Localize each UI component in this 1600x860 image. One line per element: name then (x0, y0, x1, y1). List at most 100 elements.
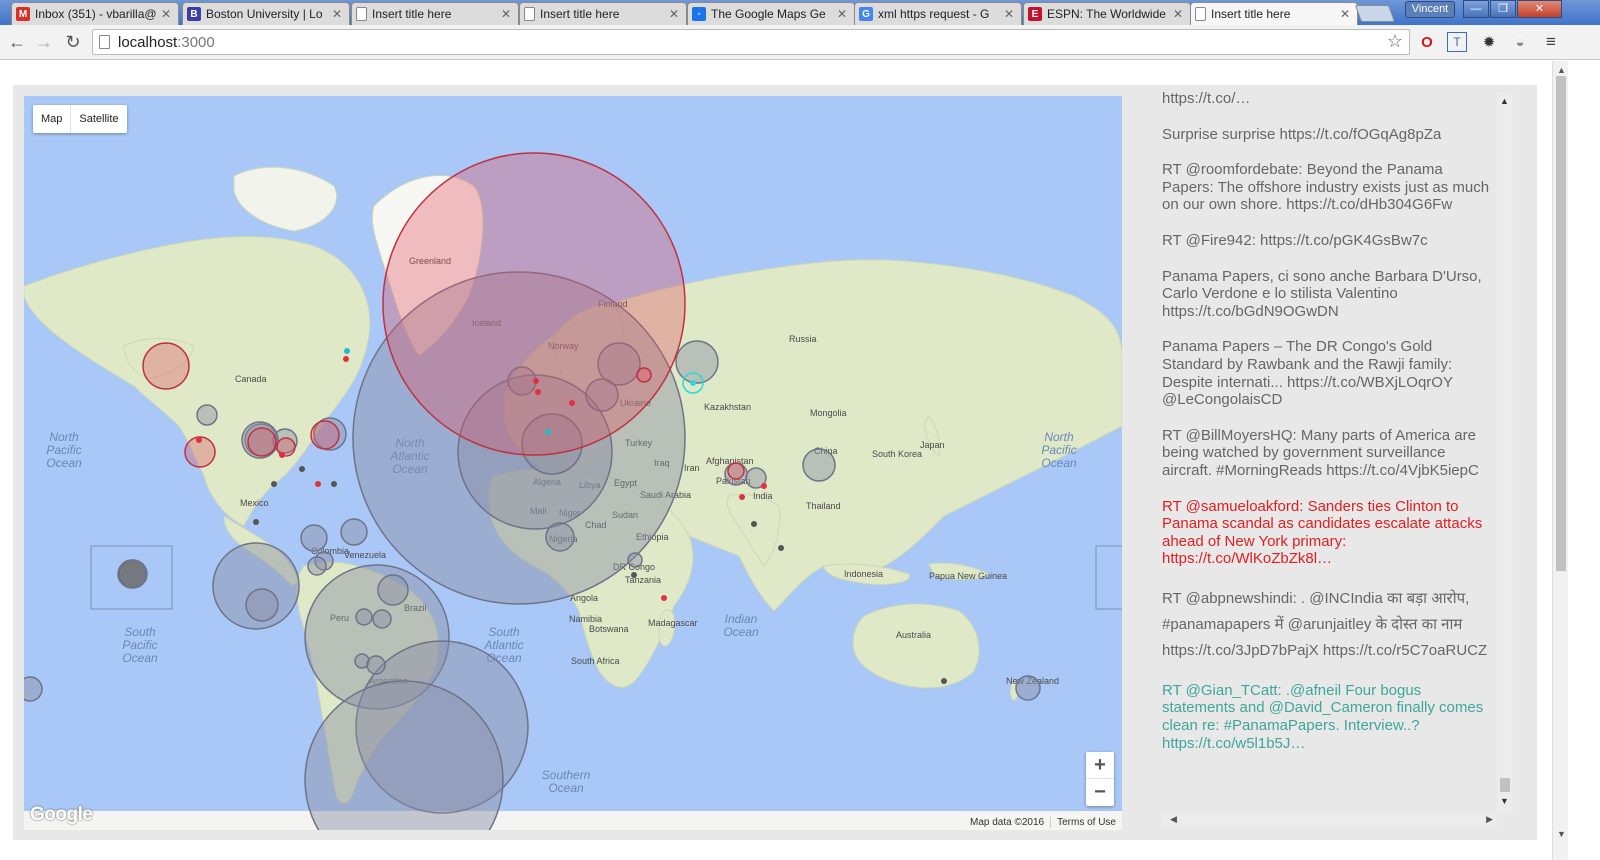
feed-horizontal-scrollbar[interactable]: ◀ ▶ (1162, 812, 1497, 828)
tweet-density-circle-red[interactable] (382, 152, 686, 456)
scroll-up-arrow-icon[interactable]: ▲ (1500, 96, 1509, 106)
page-scroll-down-icon[interactable]: ▼ (1557, 829, 1566, 839)
menu-icon[interactable]: ≡ (1541, 32, 1561, 52)
tab-close-icon[interactable]: ✕ (835, 7, 849, 21)
tweet-item[interactable]: RT @samueloakford: Sanders ties Clinton … (1162, 498, 1492, 568)
tweet-density-circle[interactable] (802, 448, 836, 482)
tweet-density-circle[interactable] (307, 556, 327, 576)
browser-tab[interactable]: B Boston University | Lo ✕ (182, 2, 350, 25)
tweet-item[interactable]: Panama Papers, ci sono anche Barbara D'U… (1162, 268, 1492, 321)
tweet-location-dot[interactable] (545, 429, 551, 435)
tweet-density-circle-red[interactable] (310, 420, 340, 450)
extension-puzzle-icon[interactable]: ✹ (1479, 32, 1499, 52)
browser-tab[interactable]: Gxml https request - G ✕ (854, 2, 1022, 25)
address-bar[interactable]: localhost:3000 ☆ (92, 29, 1410, 55)
tab-close-icon[interactable]: ✕ (1002, 7, 1016, 21)
tweet-density-circle[interactable] (355, 608, 373, 626)
tweet-density-circle[interactable] (545, 522, 575, 552)
tweet-location-dot[interactable] (739, 494, 745, 500)
page-scrollbar[interactable]: ▲ ▼ (1552, 61, 1568, 860)
tweet-location-dot[interactable] (331, 481, 337, 487)
tab-close-icon[interactable]: ✕ (1171, 7, 1185, 21)
tweet-location-dot[interactable] (299, 466, 305, 472)
tab-close-icon[interactable]: ✕ (667, 7, 681, 21)
tweet-item[interactable]: RT @Gian_TCatt: .@afneil Four bogus stat… (1162, 682, 1492, 752)
tweet-location-dot[interactable] (279, 452, 285, 458)
feed-vertical-scrollbar[interactable]: ▲ ▼ (1497, 92, 1513, 814)
tweet-density-circle-red[interactable] (142, 342, 190, 390)
terms-of-use-link[interactable]: Terms of Use (1050, 816, 1122, 828)
translate-icon[interactable]: T (1447, 32, 1467, 52)
scrollbar-thumb[interactable] (1500, 778, 1510, 792)
restore-icon[interactable]: ❐ (1490, 0, 1516, 18)
tab-close-icon[interactable]: ✕ (159, 7, 173, 21)
tweet-density-circle[interactable] (1015, 675, 1041, 701)
tweet-location-dot[interactable] (751, 521, 757, 527)
tweet-location-dot[interactable] (941, 678, 947, 684)
new-tab-button[interactable] (1354, 5, 1396, 22)
map-type-map-button[interactable]: Map (33, 105, 70, 133)
page-scrollbar-thumb[interactable] (1556, 76, 1566, 571)
tweet-density-circle[interactable] (300, 524, 328, 552)
zoom-in-button[interactable]: + (1086, 752, 1114, 779)
map-canvas[interactable]: Greenland Canada Finland Iceland Norway Russi… (24, 96, 1122, 830)
tab-close-icon[interactable]: ✕ (330, 7, 344, 21)
tweet-density-circle[interactable] (196, 404, 218, 426)
extension-shield-icon[interactable]: ◒ (1510, 32, 1530, 52)
tweet-location-dot[interactable] (533, 378, 539, 384)
tab-close-icon[interactable]: ✕ (499, 7, 513, 21)
browser-tab[interactable]: E ESPN: The Worldwide ✕ (1023, 2, 1191, 25)
tweet-item[interactable]: RT @abpnewshindi: . @INCIndia का बड़ा आर… (1162, 586, 1492, 664)
browser-tab[interactable]: Insert title here ✕ (1190, 2, 1358, 25)
tweet-item[interactable]: Panama Papers – The DR Congo's Gold Stan… (1162, 338, 1492, 408)
profile-button[interactable]: Vincent (1405, 1, 1455, 18)
map-type-satellite-button[interactable]: Satellite (70, 105, 126, 133)
zoom-out-button[interactable]: − (1086, 779, 1114, 806)
tweet-density-circle[interactable] (245, 588, 279, 622)
browser-tab[interactable]: Insert title here ✕ (351, 2, 519, 25)
tweet-density-circle[interactable] (377, 574, 409, 606)
tweet-location-dot[interactable] (569, 400, 575, 406)
tweet-location-dot[interactable] (271, 481, 277, 487)
tweet-density-circle[interactable] (372, 609, 392, 629)
bookmark-star-icon[interactable]: ☆ (1387, 31, 1403, 52)
tweet-location-dot[interactable] (778, 545, 784, 551)
browser-tab[interactable]: M Inbox (351) - vbarilla@ ✕ (11, 2, 179, 25)
scroll-left-arrow-icon[interactable]: ◀ (1170, 814, 1177, 825)
tweet-density-circle[interactable] (366, 655, 386, 675)
scroll-down-arrow-icon[interactable]: ▼ (1500, 796, 1509, 806)
tweet-item[interactable]: https://t.co/… (1162, 92, 1492, 108)
tweet-location-dot[interactable] (761, 483, 767, 489)
tweet-density-circle[interactable] (24, 676, 43, 702)
tweet-item[interactable]: RT @Fire942: https://t.co/pGK4GsBw7c (1162, 232, 1492, 250)
tweet-density-circle-red[interactable] (727, 462, 745, 480)
tweet-location-dot[interactable] (196, 437, 202, 443)
tweet-location-dot[interactable] (631, 572, 637, 578)
tweet-location-dot[interactable] (690, 380, 696, 386)
tweet-density-circle[interactable] (675, 340, 719, 384)
tweet-location-dot[interactable] (343, 356, 349, 362)
tweet-item[interactable]: RT @BillMoyersHQ: Many parts of America … (1162, 427, 1492, 480)
tweet-location-dot[interactable] (253, 519, 259, 525)
close-window-icon[interactable]: ✕ (1517, 0, 1562, 18)
tweet-location-dot[interactable] (315, 481, 321, 487)
reload-icon[interactable]: ↻ (62, 31, 84, 53)
tweet-density-circle-red[interactable] (247, 427, 277, 457)
back-icon[interactable]: ← (6, 31, 28, 53)
tweet-location-dot[interactable] (535, 389, 541, 395)
page-scroll-up-icon[interactable]: ▲ (1557, 65, 1566, 75)
tweet-feed[interactable]: https://t.co/… Surprise surprise https://… (1162, 92, 1498, 804)
google-logo[interactable]: Google (30, 804, 93, 826)
tweet-location-dot[interactable] (344, 348, 350, 354)
tweet-density-circle-red[interactable] (636, 367, 652, 383)
tweet-location-dot[interactable] (661, 595, 667, 601)
opera-icon[interactable]: O (1417, 32, 1437, 52)
forward-icon[interactable]: → (33, 31, 55, 53)
tweet-item[interactable]: Surprise surprise https://t.co/fOGqAg8pZ… (1162, 126, 1492, 144)
tweet-item[interactable]: RT @roomfordebate: Beyond the Panama Pap… (1162, 161, 1492, 214)
minimize-icon[interactable]: — (1463, 0, 1489, 18)
tab-close-icon[interactable]: ✕ (1338, 7, 1352, 21)
tweet-density-circle[interactable] (340, 518, 368, 546)
tweet-density-circle[interactable] (627, 552, 643, 568)
browser-tab[interactable]: ◦ The Google Maps Ge ✕ (687, 2, 855, 25)
